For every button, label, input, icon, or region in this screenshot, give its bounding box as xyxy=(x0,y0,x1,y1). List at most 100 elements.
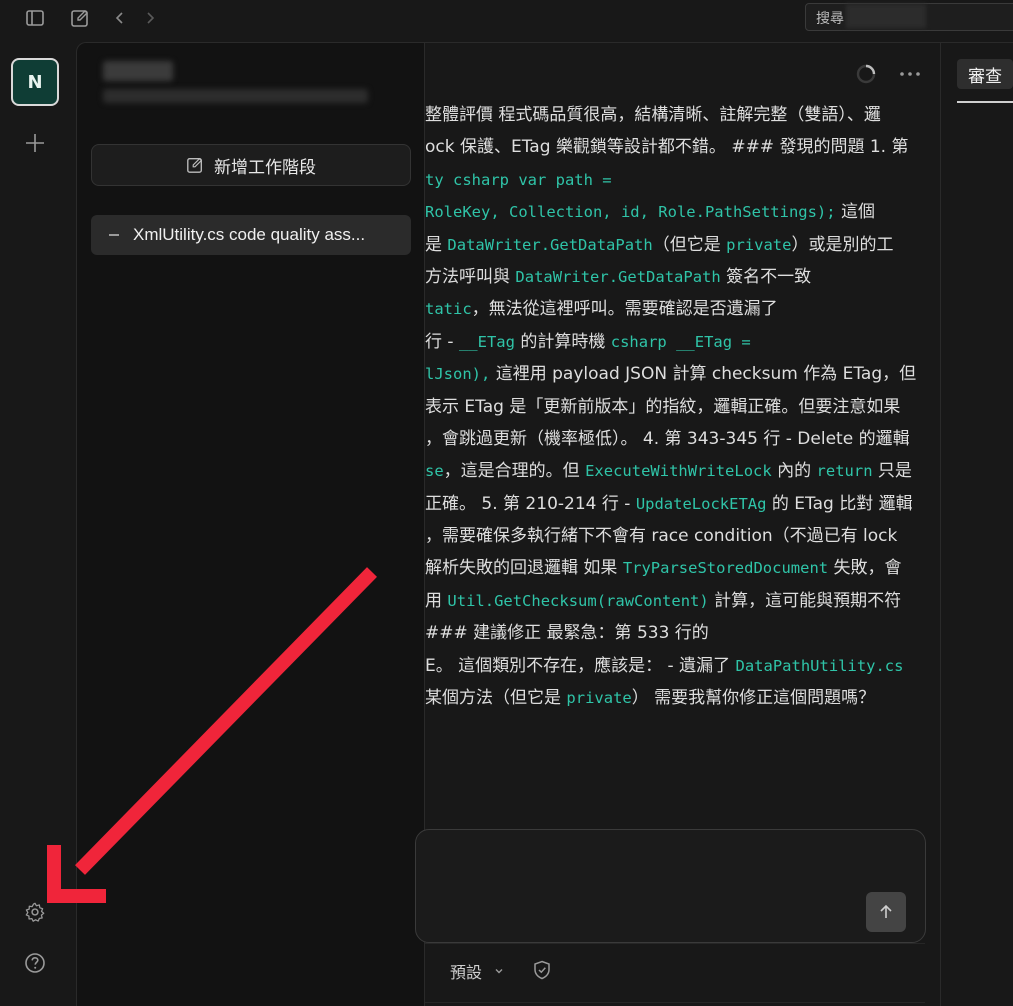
redacted-search-text xyxy=(846,4,926,28)
inline-code: se xyxy=(425,462,444,481)
message-text: 行 - xyxy=(425,331,459,352)
model-selector-label: 預設 xyxy=(450,963,483,982)
inline-code: DataWriter.GetDataPath xyxy=(447,235,653,254)
inline-code: tatic xyxy=(425,300,472,319)
message-text: ，這是合理的。但 xyxy=(443,461,586,482)
session-item[interactable]: XmlUtility.cs code quality ass... xyxy=(91,215,411,255)
redacted-project-name xyxy=(103,61,173,81)
right-panel: 審查 xyxy=(940,42,1013,1006)
settings-gear-icon[interactable] xyxy=(21,898,49,926)
session-dash-icon xyxy=(109,234,119,236)
message-line: 用 Util.GetChecksum(rawContent) 計算，這可能與預期… xyxy=(425,585,935,617)
message-line: tatic，無法從這裡呼叫。需要確認是否遺漏了 xyxy=(425,293,935,325)
inline-code: __ETag xyxy=(458,332,515,351)
message-text: 的計算時機 xyxy=(514,331,611,352)
send-button[interactable] xyxy=(866,892,906,932)
new-session-button[interactable]: 新增工作階段 xyxy=(91,144,411,186)
inline-code: lJson), xyxy=(425,365,491,384)
arrow-up-icon xyxy=(880,904,892,918)
session-item-label: XmlUtility.cs code quality ass... xyxy=(133,225,366,244)
search-label: 搜尋 xyxy=(816,11,844,27)
forward-icon[interactable] xyxy=(138,6,162,30)
compose-icon[interactable] xyxy=(68,6,92,30)
message-text: 方法呼叫與 xyxy=(425,266,516,287)
inline-code: TryParseStoredDocument xyxy=(622,559,829,578)
message-line: 是 DataWriter.GetDataPath（但它是 private）或是別… xyxy=(425,229,935,261)
back-icon[interactable] xyxy=(108,6,132,30)
message-text: 整體評價 程式碼品質很高，結構清晰、註解完整（雙語）、邏 xyxy=(425,105,881,125)
message-line: ，會跳過更新（機率極低）。 4. 第 343-345 行 - Delete 的邏… xyxy=(425,423,935,455)
message-text: 計算，這可能與預期不符 xyxy=(708,590,902,611)
message-text: ，會跳過更新（機率極低）。 4. 第 343-345 行 - Delete 的邏… xyxy=(425,428,910,449)
message-text: 某個方法（但它是 xyxy=(425,688,567,709)
inline-code: DataPathUtility.cs xyxy=(735,656,904,675)
chat-actions xyxy=(855,63,921,85)
workspace-avatar[interactable]: N xyxy=(11,58,59,106)
message-text: 這裡用 payload JSON 計算 checksum 作為 ETag，但 xyxy=(490,364,917,385)
message-line: 某個方法（但它是 private） 需要我幫你修正這個問題嗎？ xyxy=(425,682,935,714)
inline-code: csharp __ETag = xyxy=(610,332,751,351)
message-line: E。 這個類別不存在，應該是： - 遺漏了 DataPathUtility.cs xyxy=(425,650,935,682)
inline-code: ty csharp var path = xyxy=(425,170,612,189)
composer-input[interactable] xyxy=(415,829,926,943)
toggle-sidebar-icon[interactable] xyxy=(23,6,47,30)
message-text: ）或是別的工 xyxy=(791,234,894,255)
message-text: 失敗，會 xyxy=(828,558,902,579)
loading-spinner-icon xyxy=(856,64,876,84)
message-line: 整體評價 程式碼品質很高，結構清晰、註解完整（雙語）、邏 xyxy=(425,99,935,131)
message-text: ，無法從這裡呼叫。需要確認是否遺漏了 xyxy=(471,299,778,320)
inline-code: private xyxy=(726,235,792,254)
search-input[interactable]: 搜尋 xyxy=(805,3,1013,31)
message-text: 內的 xyxy=(771,461,817,482)
help-icon[interactable] xyxy=(21,949,49,977)
redacted-project-path xyxy=(103,89,368,103)
assistant-message: 整體評價 程式碼品質很高，結構清晰、註解完整（雙語）、邏 ock 保護、ETag … xyxy=(425,99,935,714)
model-selector[interactable]: 預設 xyxy=(450,959,504,983)
inline-code: private xyxy=(566,689,632,708)
message-text: 這個 xyxy=(835,202,876,223)
shield-icon[interactable] xyxy=(533,960,551,984)
message-text: ock 保護、ETag 樂觀鎖等設計都不錯。 ### 發現的問題 1. 第 xyxy=(425,137,909,158)
sessions-panel: 新增工作階段 XmlUtility.cs code quality ass... xyxy=(76,42,425,1006)
message-text: 簽名不一致 xyxy=(720,266,812,287)
message-text: 正確。 5. 第 210-214 行 - xyxy=(425,493,636,514)
message-line: 行 - __ETag 的計算時機 csharp __ETag = xyxy=(425,326,935,358)
message-text: 是 xyxy=(425,234,448,255)
message-line: 表示 ETag 是「更新前版本」的指紋，邏輯正確。但要注意如果 xyxy=(425,391,935,423)
inline-code: return xyxy=(816,462,873,481)
tab-review[interactable]: 審查 xyxy=(957,59,1013,89)
chat-panel: 整體評價 程式碼品質很高，結構清晰、註解完整（雙語）、邏 ock 保護、ETag … xyxy=(415,42,940,1006)
tab-review-underline xyxy=(957,101,1013,103)
message-line: ty csharp var path = xyxy=(425,164,935,196)
message-text: ） 需要我幫你修正這個問題嗎？ xyxy=(631,688,876,709)
message-line: ock 保護、ETag 樂觀鎖等設計都不錯。 ### 發現的問題 1. 第 xyxy=(425,131,935,163)
message-line: ### 建議修正 最緊急：第 533 行的 xyxy=(425,617,935,649)
chevron-down-icon xyxy=(495,969,503,974)
new-session-label: 新增工作階段 xyxy=(214,157,316,178)
add-workspace-icon[interactable] xyxy=(21,129,49,157)
inline-code: DataWriter.GetDataPath xyxy=(515,267,721,286)
message-line: RoleKey, Collection, id, Role.PathSettin… xyxy=(425,196,935,228)
composer-toolbar: 預設 xyxy=(425,943,925,1003)
message-line: ，需要確保多執行緒下不會有 race condition（不過已有 lock xyxy=(425,520,935,552)
message-text: 用 xyxy=(425,590,448,611)
message-line: 方法呼叫與 DataWriter.GetDataPath 簽名不一致 xyxy=(425,261,935,293)
title-bar: 搜尋 xyxy=(0,0,1013,36)
message-text: ，需要確保多執行緒下不會有 race condition（不過已有 lock xyxy=(425,526,898,547)
message-text: 表示 ETag 是「更新前版本」的指紋，邏輯正確。但要注意如果 xyxy=(425,396,901,417)
inline-code: UpdateLockETAg xyxy=(635,494,767,513)
message-text: （但它是 xyxy=(652,234,727,255)
more-options-icon[interactable] xyxy=(899,70,921,78)
message-text: ### 建議修正 最緊急：第 533 行的 xyxy=(425,623,709,644)
left-rail: N xyxy=(0,36,76,1006)
message-text: 只是 xyxy=(872,461,912,482)
inline-code: Util.GetChecksum(rawContent) xyxy=(447,591,709,610)
inline-code: ExecuteWithWriteLock xyxy=(585,462,772,481)
message-line: 解析失敗的回退邏輯 如果 TryParseStoredDocument 失敗，會 xyxy=(425,552,935,584)
message-line: 正確。 5. 第 210-214 行 - UpdateLockETAg 的 ET… xyxy=(425,488,935,520)
message-text: 的 ETag 比對 邏輯 xyxy=(766,493,913,514)
inline-code: RoleKey, Collection, id, Role.PathSettin… xyxy=(425,203,836,222)
message-line: se，這是合理的。但 ExecuteWithWriteLock 內的 retur… xyxy=(425,455,935,487)
edit-icon xyxy=(187,157,203,173)
message-line: lJson), 這裡用 payload JSON 計算 checksum 作為 … xyxy=(425,358,935,390)
